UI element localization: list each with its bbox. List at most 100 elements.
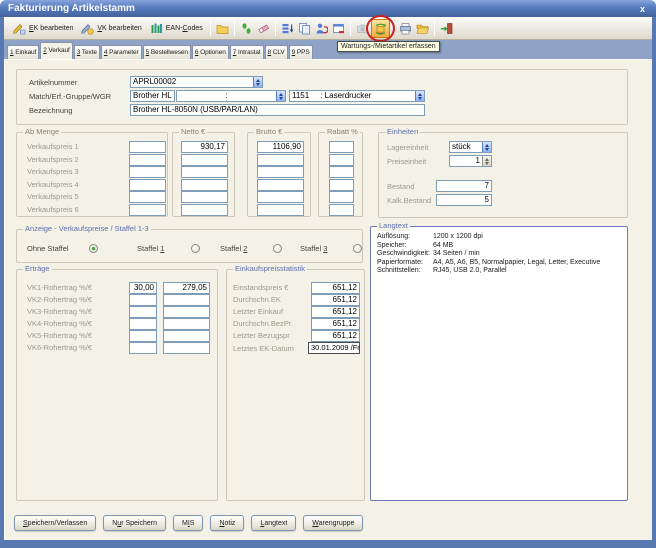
menge-3-input[interactable] [129,166,166,178]
vk3-percent-input[interactable] [129,306,157,318]
netto-3-input[interactable] [181,166,228,178]
ohne-staffel-radio[interactable] [89,244,98,253]
tab-6-optionen[interactable]: 6 Optionen [192,45,229,59]
netto-2-input[interactable] [181,154,228,166]
brutto-3-input[interactable] [257,166,304,178]
sort-items-button[interactable] [279,20,296,37]
vk6-percent-input[interactable] [129,342,157,354]
rabatt-6-input[interactable] [329,204,354,216]
tooltip: Wartungs-/Mietartikel erfassen [337,41,440,52]
letzter-einkauf-input[interactable]: 651,12 [311,306,360,318]
spinner-icon[interactable] [482,142,491,152]
menge-1-input[interactable] [129,141,166,153]
eraser-button[interactable] [255,20,272,37]
tab-page-verkauf: Artikelnummer APRL00002 Match/Erf.-Grupp… [4,59,652,540]
vk2-percent-input[interactable] [129,294,157,306]
vk-bearbeiten-button[interactable]: VK bearbeiten [77,21,145,36]
bezeichnung-label: Bezeichnung [29,105,72,117]
einstandspreis-input[interactable]: 651,12 [311,282,360,294]
tab-7-intrastat[interactable]: 7 Intrastat [230,45,264,59]
window-remove-button[interactable] [330,20,347,37]
spinner-icon[interactable] [415,91,424,101]
artikelnummer-combo[interactable]: APRL00002 [130,76,263,88]
tab-5-bestellwesen[interactable]: 5 Bestellwesen [143,45,191,59]
tab-1-einkauf[interactable]: 1 Einkauf [7,45,39,59]
lagereinheit-combo[interactable]: stück [449,141,492,153]
vk6-amount-input[interactable] [163,342,210,354]
tab-3-texte[interactable]: 3 Texte [74,45,100,59]
brutto-1-input[interactable]: 1106,90 [257,141,304,153]
spinner-icon[interactable] [253,77,262,87]
tab-2-verkauf[interactable]: 2 Verkauf [40,42,73,59]
vk4-percent-input[interactable] [129,318,157,330]
vk2-rohertrag-label: VK2-Rohertrag %/€ [27,294,92,306]
einstandspreis-label: Einstandspreis € [233,282,288,294]
letzter-bezugspr-input[interactable]: 651,12 [311,330,360,342]
rabatt-3-input[interactable] [329,166,354,178]
print-button[interactable] [397,20,414,37]
staffel-3-radio[interactable] [353,244,362,253]
brutto-5-input[interactable] [257,191,304,203]
warengruppe-combo[interactable]: 1151 : Laserdrucker [289,90,425,102]
durchschn-ek-input[interactable]: 651,12 [311,294,360,306]
maintenance-rental-article-button[interactable] [371,19,390,38]
staffel-2-label: Staffel 2 [220,243,247,255]
ek-bearbeiten-button[interactable]: EK bearbeiten [9,21,77,36]
match-field[interactable]: Brother HL [130,90,175,102]
brutto-4-input[interactable] [257,179,304,191]
toolbar-separator [275,21,276,36]
letztes-ek-datum-input[interactable]: 30.01.2009 /Fr [308,342,360,354]
tab-4-parameter[interactable]: 4 Parameter [101,45,142,59]
footprints-button[interactable] [238,20,255,37]
vk3-amount-input[interactable] [163,306,210,318]
close-button[interactable]: x [637,4,648,14]
erf-gruppe-combo[interactable]: : [176,90,286,102]
staffel-1-radio[interactable] [191,244,200,253]
brutto-2-input[interactable] [257,154,304,166]
vk2-amount-input[interactable] [163,294,210,306]
folder-flag-button[interactable] [214,20,231,37]
vk5-amount-input[interactable] [163,330,210,342]
preiseinheit-combo[interactable]: 1 [449,155,492,167]
vk4-amount-input[interactable] [163,318,210,330]
netto-4-input[interactable] [181,179,228,191]
letzter-bezugspr-label: Letzter Bezugspr [233,330,290,342]
warengruppe-button[interactable]: Warengruppe [303,515,363,531]
staffel-2-radio[interactable] [273,244,282,253]
durchschn-bezpr-input[interactable]: 651,12 [311,318,360,330]
netto-5-input[interactable] [181,191,228,203]
nur-speichern-button[interactable]: Nur Speichern [103,515,166,531]
rabatt-4-input[interactable] [329,179,354,191]
rabatt-2-input[interactable] [329,154,354,166]
ean-codes-button[interactable]: EAN-Codes [146,21,207,36]
langtext-button[interactable]: Langtext [251,515,296,531]
kalk-bestand-input[interactable]: 5 [436,194,492,206]
netto-1-input[interactable]: 930,17 [181,141,228,153]
copy-button[interactable] [296,20,313,37]
spinner-icon[interactable] [276,91,285,101]
menge-6-input[interactable] [129,204,166,216]
open-folder-button[interactable] [414,20,431,37]
brutto-6-input[interactable] [257,204,304,216]
user-refresh-button[interactable] [313,20,330,37]
exit-button[interactable] [438,20,455,37]
mis-button[interactable]: MIS [173,515,203,531]
tab-8-clv[interactable]: 8 CLV [265,45,288,59]
netto-6-input[interactable] [181,204,228,216]
bezeichnung-input[interactable]: Brother HL-8050N (USB/PAR/LAN) [130,104,425,116]
tab-9-pps[interactable]: 9 PPS [289,45,313,59]
menge-2-input[interactable] [129,154,166,166]
letztes-ek-datum-label: Letztes EK-Datum [233,343,294,355]
rabatt-1-input[interactable] [329,141,354,153]
menge-4-input[interactable] [129,179,166,191]
verkaufspreis-6-label: Verkaufspreis 6 [27,204,79,216]
vk1-amount-input[interactable]: 279,05 [163,282,210,294]
maintenance-rental-article-icon [374,22,387,35]
notiz-button[interactable]: Notiz [210,515,244,531]
rabatt-5-input[interactable] [329,191,354,203]
bestand-input[interactable]: 7 [436,180,492,192]
menge-5-input[interactable] [129,191,166,203]
vk1-percent-input[interactable]: 30,00 [129,282,157,294]
vk5-percent-input[interactable] [129,330,157,342]
speichern-verlassen-button[interactable]: Speichern/Verlassen [14,515,96,531]
